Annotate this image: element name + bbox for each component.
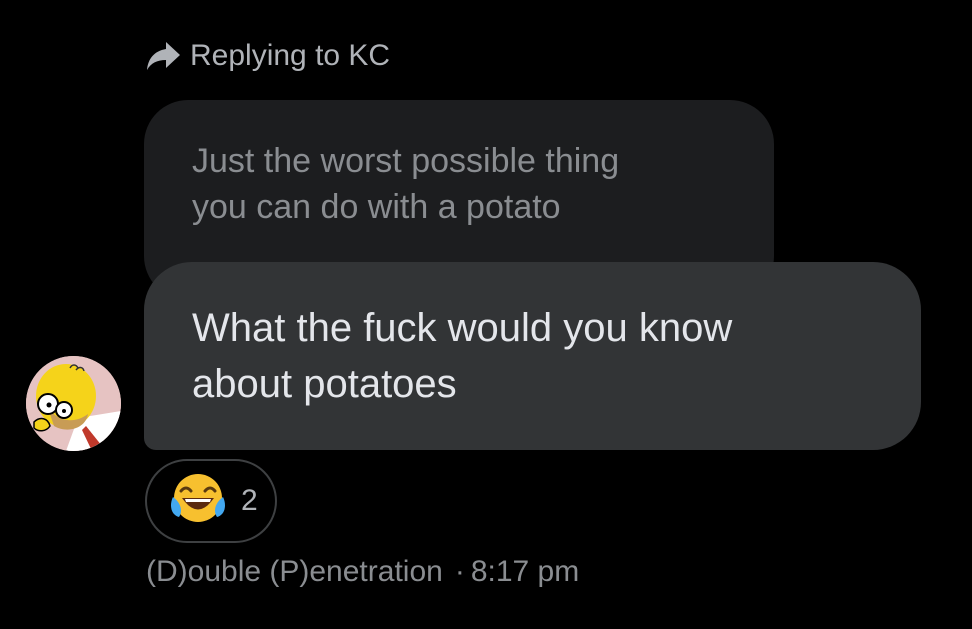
reply-arrow-icon — [146, 40, 182, 72]
quoted-message-line-1: Just the worst possible thing — [192, 142, 620, 180]
footer-separator: · — [454, 555, 465, 588]
reply-indicator: Replying to KC — [146, 36, 390, 76]
sender-name[interactable]: (D)ouble (P)enetration — [146, 555, 443, 588]
reply-indicator-text: Replying to KC — [190, 39, 391, 72]
message-line-2: about potatoes — [192, 362, 457, 406]
reaction-badge[interactable]: 2 — [145, 459, 277, 543]
quoted-message-line-2: you can do with a potato — [192, 188, 561, 226]
message-line-1: What the fuck would you know — [192, 306, 733, 350]
avatar[interactable] — [26, 356, 121, 451]
laughing-tears-emoji-icon — [169, 471, 227, 532]
message-bubble[interactable]: What the fuck would you know about potat… — [144, 262, 921, 450]
message-footer: (D)ouble (P)enetration · 8:17 pm — [146, 555, 579, 589]
reaction-count: 2 — [241, 484, 258, 517]
message-timestamp: 8:17 pm — [470, 555, 580, 588]
homer-simpson-avatar — [26, 356, 121, 451]
